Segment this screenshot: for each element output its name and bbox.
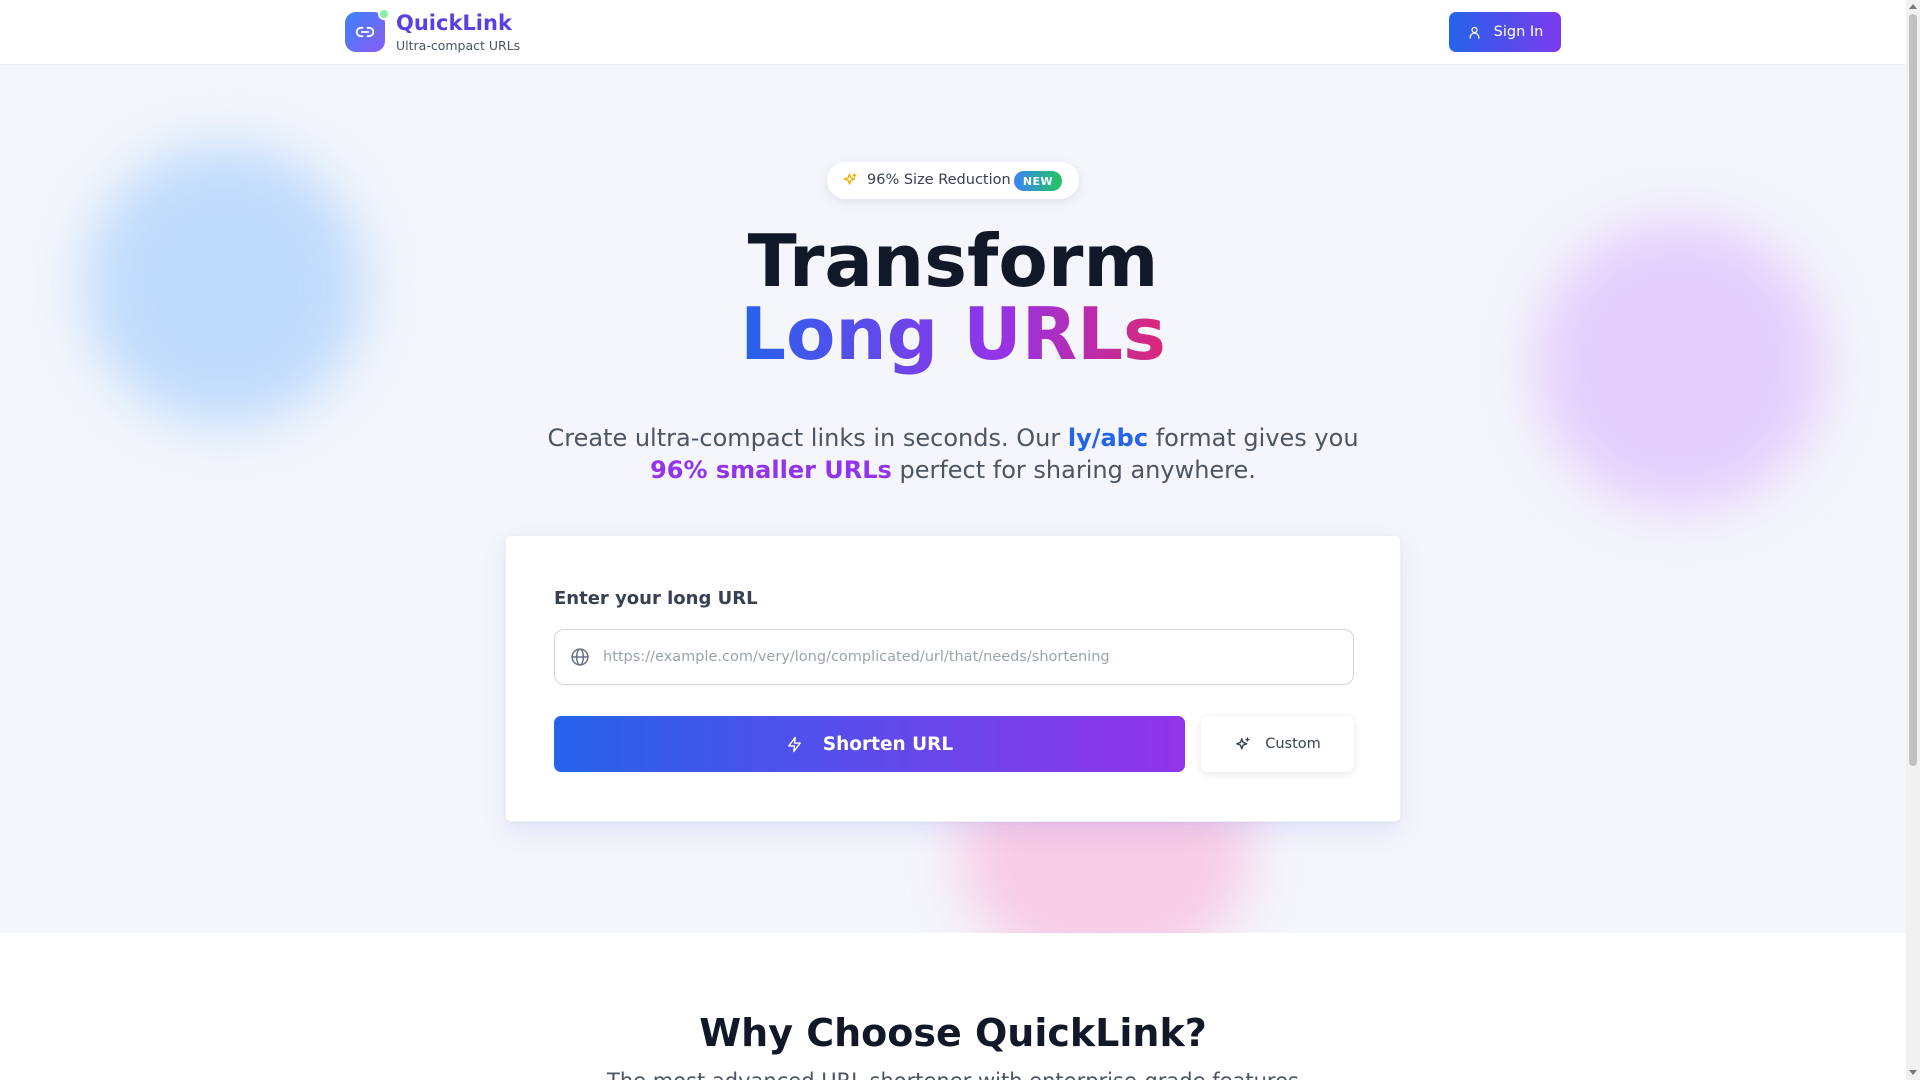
page-scrollbar[interactable] xyxy=(1906,0,1920,1080)
zap-icon xyxy=(787,736,801,752)
subtitle-text: format gives you xyxy=(1148,424,1359,452)
scroll-down-arrow[interactable] xyxy=(1909,1070,1917,1075)
badge-text: 96% Size Reduction xyxy=(867,172,1011,188)
subtitle-text: perfect for sharing anywhere. xyxy=(891,456,1256,484)
brand-tagline: Ultra-compact URLs xyxy=(396,38,521,53)
hero-subtitle: Create ultra-compact links in seconds. O… xyxy=(540,422,1366,486)
sign-in-label: Sign In xyxy=(1493,24,1544,40)
hero-title-line1: Transform xyxy=(747,219,1159,303)
top-header: QuickLink Ultra-compact URLs Sign In xyxy=(0,0,1906,65)
globe-icon xyxy=(571,648,589,666)
sparkles-icon xyxy=(1236,736,1250,749)
features-section: Why Choose QuickLink? The most advanced … xyxy=(0,933,1906,1080)
custom-label: Custom xyxy=(1265,736,1321,752)
shorten-url-button[interactable]: Shorten URL xyxy=(554,716,1185,772)
subtitle-highlight-size: 96% smaller URLs xyxy=(650,456,892,484)
user-icon xyxy=(1469,26,1480,39)
custom-button[interactable]: Custom xyxy=(1201,716,1354,772)
new-badge: NEW xyxy=(1014,171,1062,191)
hero-section: 96% Size Reduction NEW Transform Long UR… xyxy=(0,65,1906,933)
url-input-wrapper[interactable] xyxy=(554,629,1354,685)
url-input-label: Enter your long URL xyxy=(554,588,758,609)
sign-in-button[interactable]: Sign In xyxy=(1449,12,1561,52)
hero-title-line2: Long URLs xyxy=(0,298,1906,370)
shorten-url-label: Shorten URL xyxy=(822,733,954,755)
features-subtitle: The most advanced URL shortener with ent… xyxy=(0,1069,1906,1080)
feature-badge: 96% Size Reduction NEW xyxy=(827,162,1079,199)
subtitle-text: Create ultra-compact links in seconds. O… xyxy=(547,424,1068,452)
features-title: Why Choose QuickLink? xyxy=(699,1011,1207,1055)
link-icon xyxy=(355,26,375,38)
scrollbar-thumb[interactable] xyxy=(1909,14,1917,766)
subtitle-highlight-format: ly/abc xyxy=(1067,424,1149,452)
sparkles-icon xyxy=(843,173,857,185)
shortener-card: Enter your long URL Shorten URL Custom xyxy=(505,535,1401,822)
url-input[interactable] xyxy=(603,630,1343,683)
scroll-up-arrow[interactable] xyxy=(1909,4,1917,9)
hero-title-gradient: Long URLs xyxy=(740,292,1166,376)
status-dot xyxy=(378,8,390,20)
brand-name[interactable]: QuickLink xyxy=(396,11,512,35)
